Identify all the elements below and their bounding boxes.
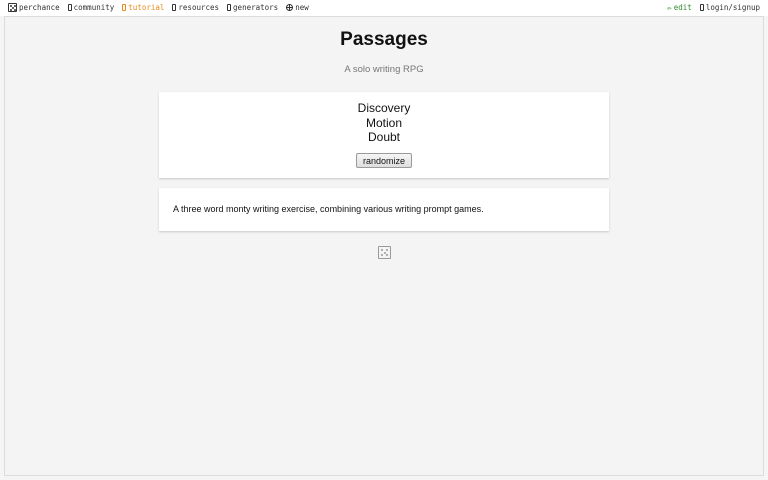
- nav-item-community[interactable]: community: [67, 3, 115, 12]
- nav-label-generators: generators: [233, 3, 279, 12]
- page-subtitle: A solo writing RPG: [344, 64, 424, 75]
- generated-word: Doubt: [367, 130, 401, 144]
- nav-label-resources: resources: [178, 3, 220, 12]
- user-icon: [699, 4, 704, 11]
- perchance-logo-icon: [8, 3, 17, 12]
- dice-logo-icon[interactable]: [378, 246, 391, 259]
- nav-right: ✏ edit login/signup: [659, 3, 760, 12]
- chat-icon: [67, 4, 72, 11]
- nav-item-tutorial[interactable]: tutorial: [122, 3, 164, 12]
- nav-label-new: new: [295, 3, 309, 12]
- nav-item-perchance[interactable]: perchance: [8, 3, 60, 12]
- generated-word: Discovery: [357, 101, 411, 115]
- edit-label: edit: [673, 3, 692, 12]
- page-title: Passages: [340, 29, 428, 50]
- nav-item-generators[interactable]: generators: [227, 3, 278, 12]
- nav-item-new[interactable]: new: [286, 3, 309, 12]
- book-icon: [122, 4, 127, 11]
- login-label: login/signup: [705, 3, 760, 12]
- login-signup-link[interactable]: login/signup: [699, 3, 760, 12]
- nav-left: perchance community tutorial resources g…: [8, 3, 317, 12]
- edit-link[interactable]: ✏ edit: [667, 3, 692, 12]
- pencil-icon: ✏: [667, 3, 672, 12]
- top-navigation-bar: perchance community tutorial resources g…: [0, 0, 768, 16]
- globe-icon: [286, 4, 294, 11]
- nav-label-community: community: [73, 3, 115, 12]
- grid-icon: [227, 4, 232, 11]
- description-card: A three word monty writing exercise, com…: [159, 188, 609, 231]
- nav-label-tutorial: tutorial: [128, 3, 165, 12]
- description-text: A three word monty writing exercise, com…: [173, 204, 484, 214]
- nav-item-resources[interactable]: resources: [172, 3, 219, 12]
- output-card: Discovery Motion Doubt randomize: [159, 92, 609, 178]
- randomize-button[interactable]: randomize: [356, 153, 412, 168]
- generated-word: Motion: [365, 115, 403, 130]
- nav-label-perchance: perchance: [19, 3, 60, 12]
- folder-icon: [172, 4, 177, 11]
- generated-words: Discovery Motion Doubt: [159, 101, 609, 145]
